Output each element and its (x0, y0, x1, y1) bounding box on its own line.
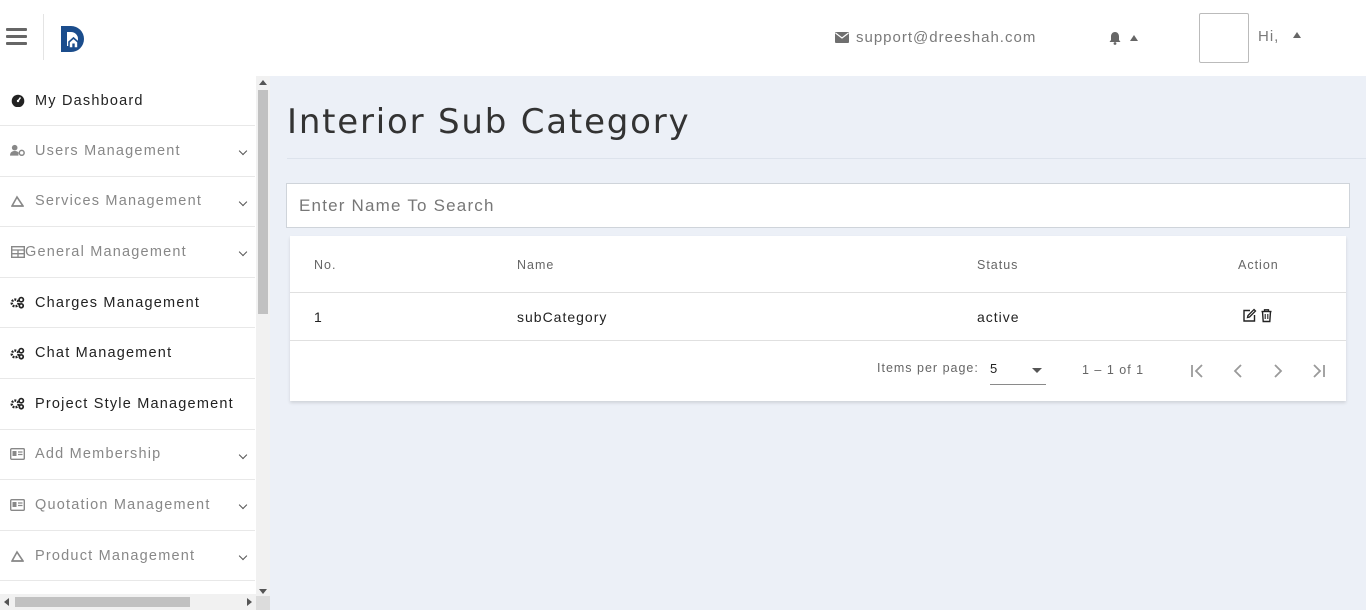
column-header-no[interactable]: No. (314, 258, 336, 272)
search-input[interactable] (286, 183, 1350, 228)
sidebar-item-users-management[interactable]: Users Management (0, 126, 255, 177)
chevron-down-icon (238, 197, 248, 206)
users-cog-icon (10, 144, 25, 157)
sidebar-item-product-management[interactable]: Product Management (0, 531, 255, 582)
first-page-button[interactable] (1188, 361, 1208, 381)
chevron-down-icon (238, 247, 248, 257)
title-divider (287, 158, 1366, 159)
last-page-button[interactable] (1308, 361, 1328, 381)
sidebar-vertical-scrollbar[interactable] (256, 76, 270, 596)
dashboard-icon (10, 94, 25, 107)
row-actions (1242, 308, 1274, 323)
scrollbar-thumb[interactable] (15, 597, 190, 607)
dreeshah-logo[interactable] (57, 22, 89, 56)
sub-category-table-card: No. Name Status Action 1 subCategory act… (290, 236, 1346, 401)
caret-up-icon (1130, 35, 1138, 41)
chevron-down-icon (238, 450, 248, 459)
trash-icon[interactable] (1259, 308, 1274, 323)
table-icon (10, 245, 25, 258)
scrollbar-corner (256, 596, 270, 610)
row-status-cell: active (977, 309, 1020, 325)
sidebar-item-label: Services Management (35, 193, 203, 210)
table-row: 1 subCategory active (290, 293, 1346, 341)
sidebar-nav: My Dashboard Users Management Services M… (0, 76, 255, 582)
cogs-icon (10, 296, 25, 309)
items-per-page-value: 5 (990, 361, 998, 376)
greeting-text: Hi, (1258, 28, 1280, 45)
table-header-row: No. Name Status Action (290, 236, 1346, 293)
sidebar-item-label: Quotation Management (35, 496, 211, 513)
row-no-cell: 1 (314, 309, 323, 325)
sidebar-item-label: General Management (25, 243, 187, 260)
scroll-left-arrow-icon[interactable] (4, 598, 9, 606)
sidebar-item-label: Chat Management (35, 345, 173, 362)
first-page-icon (1191, 364, 1203, 378)
paginator: Items per page: 5 1 – 1 of 1 (290, 341, 1346, 401)
sidebar-item-general-management[interactable]: General Management (0, 227, 255, 278)
drafting-icon (10, 195, 25, 208)
sidebar-item-chat-management[interactable]: Chat Management (0, 328, 255, 379)
edit-icon[interactable] (1242, 308, 1257, 323)
cogs-icon (10, 397, 25, 410)
sidebar: My Dashboard Users Management Services M… (0, 76, 270, 610)
sidebar-item-label: Product Management (35, 547, 196, 564)
row-name-cell: subCategory (517, 309, 608, 325)
sidebar-item-quotation-management[interactable]: Quotation Management (0, 480, 255, 531)
support-email-text: support@dreeshah.com (856, 29, 1037, 46)
column-header-name[interactable]: Name (517, 258, 554, 272)
chevron-down-icon (238, 551, 248, 560)
sidebar-item-add-membership[interactable]: Add Membership (0, 430, 255, 481)
sidebar-item-project-style-management[interactable]: Project Style Management (0, 379, 255, 430)
header-divider (43, 14, 44, 60)
page-range-label: 1 – 1 of 1 (1082, 363, 1145, 377)
scroll-right-arrow-icon[interactable] (247, 598, 252, 606)
scroll-up-arrow-icon[interactable] (259, 80, 267, 85)
chevron-down-icon (238, 146, 248, 156)
bell-icon (1109, 32, 1121, 45)
drafting-icon (10, 549, 25, 562)
avatar[interactable] (1199, 13, 1249, 63)
items-per-page-label: Items per page: (877, 361, 979, 375)
dropdown-arrow-icon (1032, 368, 1042, 373)
sidebar-item-label: Users Management (35, 142, 181, 159)
sidebar-item-label: Project Style Management (35, 395, 234, 412)
sidebar-item-label: My Dashboard (35, 92, 144, 109)
last-page-icon (1313, 364, 1325, 378)
notifications-dropdown[interactable] (1108, 31, 1138, 45)
scroll-down-arrow-icon[interactable] (259, 589, 267, 594)
hamburger-menu-icon[interactable] (6, 28, 27, 46)
chevron-down-icon (238, 500, 248, 510)
id-card-icon (10, 448, 25, 461)
user-menu[interactable]: Hi, (1258, 28, 1302, 45)
page-title: Interior Sub Category (287, 102, 691, 142)
cogs-icon (10, 347, 25, 360)
sidebar-horizontal-scrollbar[interactable] (0, 594, 256, 610)
top-header: support@dreeshah.com Hi, (0, 0, 1366, 76)
id-card-icon (10, 498, 25, 511)
column-header-action: Action (1238, 258, 1279, 272)
sidebar-item-label: Add Membership (35, 446, 162, 463)
items-per-page-select[interactable]: 5 (990, 359, 1046, 385)
next-page-button[interactable] (1268, 361, 1288, 381)
chevron-left-icon (1233, 364, 1242, 378)
support-email[interactable]: support@dreeshah.com (835, 29, 1036, 46)
sidebar-item-label: Charges Management (35, 294, 201, 311)
scrollbar-thumb[interactable] (258, 90, 268, 314)
envelope-icon (835, 32, 849, 43)
column-header-status[interactable]: Status (977, 258, 1018, 272)
previous-page-button[interactable] (1228, 361, 1248, 381)
caret-up-icon (1293, 31, 1302, 38)
chevron-right-icon (1274, 364, 1283, 378)
sidebar-item-my-dashboard[interactable]: My Dashboard (0, 76, 255, 126)
sidebar-item-charges-management[interactable]: Charges Management (0, 278, 255, 329)
sidebar-item-services-management[interactable]: Services Management (0, 177, 255, 228)
